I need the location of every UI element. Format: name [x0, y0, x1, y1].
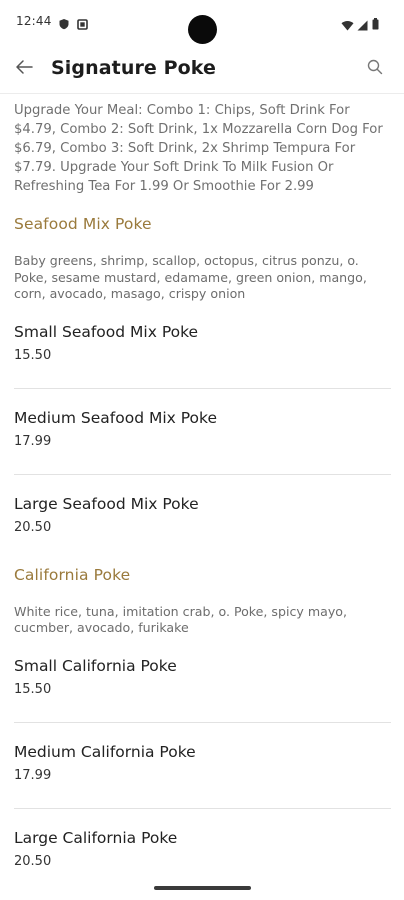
status-bar: 12:44 [0, 0, 404, 46]
wifi-icon [341, 16, 354, 35]
camera-cutout [188, 15, 217, 44]
section-description: White rice, tuna, imitation crab, o. Pok… [14, 603, 347, 636]
promo-text: Upgrade Your Meal: Combo 1: Chips, Soft … [14, 103, 383, 194]
signal-icon [357, 16, 368, 35]
shield-icon [58, 15, 70, 34]
page-title: Signature Poke [51, 57, 217, 79]
section-title: Seafood Mix Poke [14, 215, 152, 233]
item-price: 15.50 [14, 681, 52, 697]
section-description: Baby greens, shrimp, scallop, octopus, c… [14, 253, 367, 301]
menu-content: Upgrade Your Meal: Combo 1: Chips, Soft … [14, 101, 391, 894]
app-bar: Signature Poke [0, 46, 404, 92]
item-price: 17.99 [14, 433, 52, 449]
item-price: 17.99 [14, 767, 52, 783]
back-button[interactable] [10, 55, 38, 83]
menu-item-small-seafood-mix-poke[interactable]: Small Seafood Mix Poke 15.50 [14, 303, 391, 389]
section-california-poke: California Poke White rice, tuna, imitat… [14, 566, 391, 894]
item-price: 20.50 [14, 519, 52, 535]
search-icon [367, 59, 383, 79]
appbar-divider [0, 93, 404, 94]
item-name: Small California Poke [14, 656, 177, 675]
item-price: 15.50 [14, 347, 52, 363]
navigation-bar [0, 880, 404, 900]
item-name: Medium California Poke [14, 742, 196, 761]
section-seafood-mix-poke: Seafood Mix Poke Baby greens, shrimp, sc… [14, 215, 391, 560]
search-button[interactable] [362, 56, 388, 82]
arrow-left-icon [15, 59, 33, 79]
item-name: Large Seafood Mix Poke [14, 494, 199, 513]
menu-item-large-seafood-mix-poke[interactable]: Large Seafood Mix Poke 20.50 [14, 475, 391, 560]
item-name: Large California Poke [14, 828, 178, 847]
item-name: Medium Seafood Mix Poke [14, 408, 217, 427]
item-name: Small Seafood Mix Poke [14, 322, 199, 341]
section-title: California Poke [14, 565, 131, 584]
battery-icon [372, 15, 379, 34]
item-price: 20.50 [14, 853, 52, 869]
menu-item-small-california-poke[interactable]: Small California Poke 15.50 [14, 637, 391, 723]
notification-icon [77, 15, 88, 34]
gesture-handle[interactable] [154, 886, 251, 890]
menu-item-medium-seafood-mix-poke[interactable]: Medium Seafood Mix Poke 17.99 [14, 389, 391, 475]
menu-item-medium-california-poke[interactable]: Medium California Poke 17.99 [14, 723, 391, 809]
status-time: 12:44 [16, 14, 52, 28]
